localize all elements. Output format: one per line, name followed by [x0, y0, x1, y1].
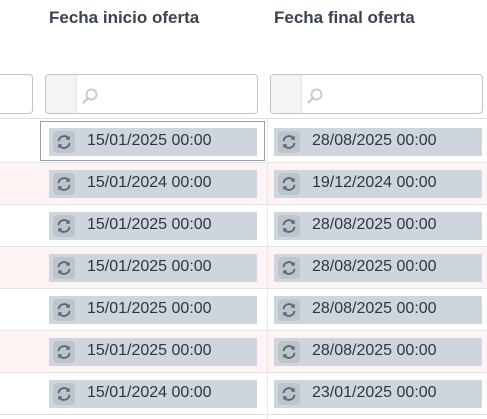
refresh-icon — [57, 219, 71, 233]
cell-fecha-final[interactable]: 23/01/2025 00:00 — [274, 380, 482, 408]
focused-cell-outline — [40, 121, 265, 161]
refresh-button[interactable] — [53, 257, 75, 279]
table-row[interactable]: 15/01/2024 00:00 23/01/2025 00:00 — [0, 373, 487, 415]
refresh-icon — [57, 261, 71, 275]
cell-fecha-final[interactable]: 19/12/2024 00:00 — [274, 170, 482, 198]
date-value: 28/08/2025 00:00 — [312, 342, 437, 359]
table-row[interactable]: 15/01/2025 00:00 28/08/2025 00:00 — [0, 247, 487, 289]
refresh-button[interactable] — [278, 173, 300, 195]
refresh-button[interactable] — [278, 215, 300, 237]
table-row[interactable]: 15/01/2025 00:00 28/08/2025 00:00 — [0, 289, 487, 331]
refresh-icon — [282, 261, 296, 275]
cell-fecha-final[interactable]: 28/08/2025 00:00 — [274, 338, 482, 366]
date-value: 28/08/2025 00:00 — [312, 216, 437, 233]
cell-fecha-final[interactable]: 28/08/2025 00:00 — [274, 254, 482, 282]
refresh-icon — [57, 345, 71, 359]
date-value: 15/01/2025 00:00 — [87, 216, 212, 233]
refresh-icon — [57, 303, 71, 317]
column-header-fecha-final[interactable]: Fecha final oferta — [274, 8, 415, 28]
column-header-fecha-inicio[interactable]: Fecha inicio oferta — [49, 8, 199, 28]
date-value: 15/01/2024 00:00 — [87, 384, 212, 401]
date-value: 28/08/2025 00:00 — [312, 132, 437, 149]
refresh-icon — [57, 177, 71, 191]
column-divider — [267, 119, 268, 419]
table-row[interactable]: 15/01/2024 00:00 19/12/2024 00:00 — [0, 163, 487, 205]
table-row[interactable]: 15/01/2025 00:00 28/08/2025 00:00 — [0, 205, 487, 247]
date-value: 23/01/2025 00:00 — [312, 384, 437, 401]
refresh-button[interactable] — [53, 341, 75, 363]
refresh-button[interactable] — [278, 131, 300, 153]
refresh-icon — [282, 135, 296, 149]
cell-fecha-final[interactable]: 28/08/2025 00:00 — [274, 296, 482, 324]
date-value: 15/01/2025 00:00 — [87, 342, 212, 359]
date-value: 15/01/2025 00:00 — [87, 300, 212, 317]
cell-fecha-inicio[interactable]: 15/01/2025 00:00 — [49, 254, 257, 282]
cell-fecha-final[interactable]: 28/08/2025 00:00 — [274, 212, 482, 240]
filter-toggle-box[interactable] — [271, 75, 302, 113]
refresh-icon — [57, 387, 71, 401]
cell-fecha-inicio[interactable]: 15/01/2025 00:00 — [49, 296, 257, 324]
cell-fecha-inicio[interactable]: 15/01/2024 00:00 — [49, 170, 257, 198]
cell-fecha-final[interactable]: 28/08/2025 00:00 — [274, 128, 482, 156]
date-value: 28/08/2025 00:00 — [312, 258, 437, 275]
header-divider — [0, 118, 487, 119]
refresh-icon — [282, 387, 296, 401]
refresh-button[interactable] — [278, 341, 300, 363]
filter-input-previous-column[interactable] — [0, 74, 33, 114]
date-value: 15/01/2025 00:00 — [87, 258, 212, 275]
date-value: 19/12/2024 00:00 — [312, 174, 437, 191]
search-icon — [307, 88, 323, 104]
cell-fecha-inicio[interactable]: 15/01/2025 00:00 — [49, 212, 257, 240]
refresh-icon — [282, 345, 296, 359]
cell-fecha-inicio[interactable]: 15/01/2025 00:00 — [49, 338, 257, 366]
refresh-button[interactable] — [53, 299, 75, 321]
filter-input-fecha-inicio[interactable] — [45, 74, 258, 114]
table-row[interactable]: 15/01/2025 00:00 28/08/2025 00:00 — [0, 331, 487, 373]
date-value: 28/08/2025 00:00 — [312, 300, 437, 317]
filter-toggle-box[interactable] — [46, 75, 77, 113]
refresh-icon — [282, 219, 296, 233]
refresh-button[interactable] — [53, 215, 75, 237]
refresh-icon — [282, 303, 296, 317]
search-icon — [82, 88, 98, 104]
refresh-button[interactable] — [278, 299, 300, 321]
cell-fecha-inicio[interactable]: 15/01/2024 00:00 — [49, 380, 257, 408]
refresh-icon — [282, 177, 296, 191]
refresh-button[interactable] — [53, 173, 75, 195]
date-value: 15/01/2024 00:00 — [87, 174, 212, 191]
refresh-button[interactable] — [278, 257, 300, 279]
refresh-button[interactable] — [53, 383, 75, 405]
filter-input-fecha-final[interactable] — [270, 74, 483, 114]
refresh-button[interactable] — [278, 383, 300, 405]
